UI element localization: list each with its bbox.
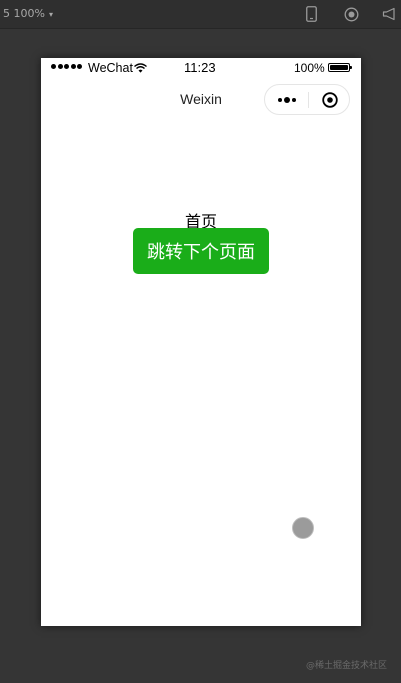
signal-strength-icon — [51, 64, 82, 69]
menu-capsule — [264, 84, 350, 115]
zoom-select[interactable]: 5 100% ▾ — [3, 7, 53, 20]
chevron-down-icon: ▾ — [48, 9, 53, 19]
wifi-icon — [134, 62, 147, 76]
status-time: 11:23 — [184, 60, 216, 75]
jump-next-page-button[interactable]: 跳转下个页面 — [133, 228, 269, 274]
status-bar: WeChat 11:23 100% — [41, 58, 361, 78]
close-miniprogram-icon[interactable] — [309, 85, 350, 114]
phone-screen: WeChat 11:23 100% Weixin 首页 跳转下个页面 — [41, 58, 361, 626]
record-icon[interactable] — [342, 5, 360, 23]
simulator-toolbar: 5 100% ▾ — [0, 0, 401, 29]
zoom-label: 5 100% — [3, 7, 45, 20]
watermark: @稀土掘金技术社区 — [305, 661, 387, 671]
speaker-icon[interactable] — [380, 5, 398, 23]
devtools-simulator: 5 100% ▾ WeChat 11:23 100% Weixin 首页 跳转下… — [0, 0, 401, 683]
battery-icon — [328, 63, 352, 72]
battery-percent: 100% — [294, 61, 325, 75]
phone-icon[interactable] — [302, 5, 320, 23]
more-icon[interactable] — [265, 85, 308, 114]
carrier-name: WeChat — [88, 61, 133, 75]
navigation-bar: Weixin — [41, 78, 361, 122]
floating-touch-ball[interactable] — [292, 517, 314, 539]
page-content: 首页 跳转下个页面 — [41, 122, 361, 626]
